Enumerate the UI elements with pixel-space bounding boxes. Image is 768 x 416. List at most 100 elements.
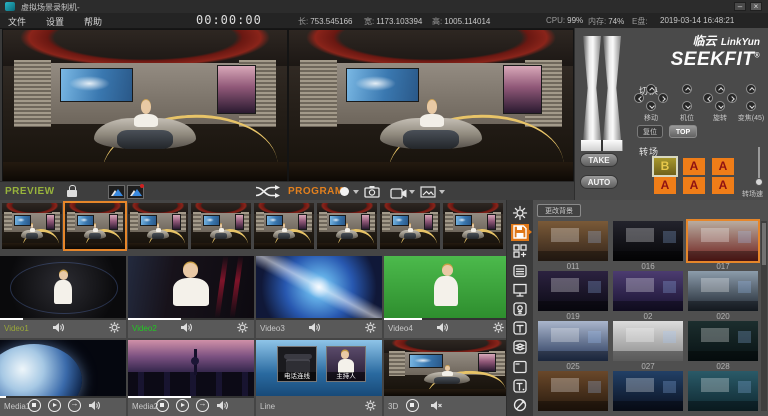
transition-effect-icon[interactable] <box>108 185 125 199</box>
gear-icon[interactable] <box>108 321 121 339</box>
scene-thumbnail[interactable] <box>538 321 608 361</box>
video1-thumbnail[interactable] <box>0 256 126 318</box>
rotate-left-button[interactable] <box>703 93 713 103</box>
stop-button[interactable] <box>156 399 169 412</box>
move-left-button[interactable] <box>634 93 644 103</box>
zoom-out-button[interactable] <box>746 101 756 111</box>
phone-call-source[interactable]: 电话连线 <box>277 346 317 382</box>
play-button[interactable] <box>48 399 61 412</box>
draw-tool-icon[interactable] <box>511 397 529 414</box>
transition-effect-alt-icon[interactable] <box>127 185 144 199</box>
move-right-button[interactable] <box>658 93 668 103</box>
camera-angle-thumbnail[interactable] <box>128 203 188 249</box>
transition-slot-a1[interactable]: A <box>683 158 705 175</box>
settings-tool-icon[interactable] <box>511 205 529 222</box>
media2-thumbnail[interactable] <box>128 340 254 396</box>
speaker-icon[interactable] <box>308 321 321 339</box>
position-up-button[interactable] <box>682 84 692 94</box>
reset-button[interactable]: 复位 <box>637 125 663 138</box>
swap-preview-program-icon[interactable] <box>254 185 282 198</box>
minimize-button[interactable]: – <box>734 2 746 11</box>
auto-button[interactable]: AUTO <box>580 175 618 189</box>
camera-angle-thumbnail[interactable] <box>317 203 377 249</box>
seek-track[interactable] <box>128 318 254 320</box>
gear-icon[interactable] <box>236 321 249 339</box>
camera-angle-thumbnail[interactable] <box>65 203 125 249</box>
program-monitor[interactable] <box>288 29 574 183</box>
save-tool-icon[interactable] <box>511 224 529 241</box>
change-background-button[interactable]: 更改背景 <box>537 204 581 217</box>
scene-thumbnail[interactable] <box>688 271 758 311</box>
top-button[interactable]: TOP <box>669 125 697 138</box>
scene-thumbnail[interactable] <box>613 321 683 361</box>
text-tool-icon[interactable] <box>511 378 529 395</box>
stop-button[interactable] <box>28 399 41 412</box>
transition-slot-a4[interactable]: A <box>683 177 705 194</box>
scene-thumbnail[interactable] <box>688 221 758 261</box>
take-button[interactable]: TAKE <box>580 153 618 167</box>
layers-tool-icon[interactable] <box>511 339 529 356</box>
subtitle-tool-icon[interactable] <box>511 320 529 337</box>
media1-thumbnail[interactable] <box>0 340 126 396</box>
gear-icon[interactable] <box>364 321 377 339</box>
move-up-button[interactable] <box>646 84 656 94</box>
tbar-handle-right[interactable] <box>603 36 621 140</box>
speaker-icon[interactable] <box>180 321 193 339</box>
move-down-button[interactable] <box>646 101 656 111</box>
transition-slot-a3[interactable]: A <box>654 177 676 194</box>
preview-monitor[interactable] <box>2 29 288 183</box>
frame-tool-icon[interactable] <box>511 359 529 376</box>
tbar-handle-left[interactable] <box>583 36 601 140</box>
menu-file[interactable]: 文件 <box>8 15 26 28</box>
speaker-icon[interactable] <box>52 321 65 339</box>
scene-thumbnail[interactable] <box>538 371 608 411</box>
transition-speed-knob[interactable] <box>755 178 763 186</box>
scene-thumbnail[interactable] <box>613 221 683 261</box>
record-icon[interactable] <box>340 187 349 196</box>
scene-thumbnail[interactable] <box>538 271 608 311</box>
scene-thumbnail[interactable] <box>688 371 758 411</box>
video3-thumbnail[interactable] <box>256 256 382 318</box>
seek-track[interactable] <box>0 396 126 398</box>
capture-dropdown-caret-icon[interactable] <box>409 190 415 194</box>
zoom-in-button[interactable] <box>746 84 756 94</box>
scene-thumbnail[interactable] <box>613 271 683 311</box>
seek-track[interactable] <box>0 318 126 320</box>
threed-thumbnail[interactable] <box>384 340 510 396</box>
next-button[interactable] <box>196 399 209 412</box>
seek-track[interactable] <box>384 318 510 320</box>
playlist-tool-icon[interactable] <box>511 263 529 280</box>
camera-angle-thumbnail[interactable] <box>443 203 503 249</box>
menu-settings[interactable]: 设置 <box>46 15 64 28</box>
speaker-icon[interactable] <box>88 399 101 416</box>
lock-icon[interactable] <box>67 190 77 197</box>
seek-track[interactable] <box>256 318 382 320</box>
line-thumbnail[interactable]: 电话连线 主持人 <box>256 340 382 396</box>
display-tool-icon[interactable] <box>511 282 529 299</box>
multiview-tool-icon[interactable] <box>511 243 529 260</box>
video2-thumbnail[interactable] <box>128 256 254 318</box>
rotate-up-button[interactable] <box>715 84 725 94</box>
speaker-icon[interactable] <box>216 399 229 416</box>
gear-icon[interactable] <box>364 399 377 416</box>
video4-thumbnail[interactable] <box>384 256 510 318</box>
rotate-down-button[interactable] <box>715 101 725 111</box>
speaker-muted-icon[interactable] <box>430 399 443 416</box>
scene-thumbnail[interactable] <box>613 371 683 411</box>
play-button[interactable] <box>176 399 189 412</box>
camera-angle-thumbnail[interactable] <box>254 203 314 249</box>
menu-help[interactable]: 帮助 <box>84 15 102 28</box>
stop-button[interactable] <box>406 399 419 412</box>
light-tool-icon[interactable] <box>511 301 529 318</box>
camera-angle-thumbnail[interactable] <box>380 203 440 249</box>
image-dropdown-caret-icon[interactable] <box>439 190 445 194</box>
seek-track[interactable] <box>128 396 254 398</box>
camera-angle-thumbnail[interactable] <box>191 203 251 249</box>
scrollbar-thumb[interactable] <box>762 223 766 265</box>
transition-slot-a5[interactable]: A <box>712 177 734 194</box>
scene-thumbnail[interactable] <box>538 221 608 261</box>
transition-slot-b[interactable]: B <box>654 158 676 175</box>
record-dropdown-caret-icon[interactable] <box>353 190 359 194</box>
rotate-right-button[interactable] <box>727 93 737 103</box>
next-button[interactable] <box>68 399 81 412</box>
